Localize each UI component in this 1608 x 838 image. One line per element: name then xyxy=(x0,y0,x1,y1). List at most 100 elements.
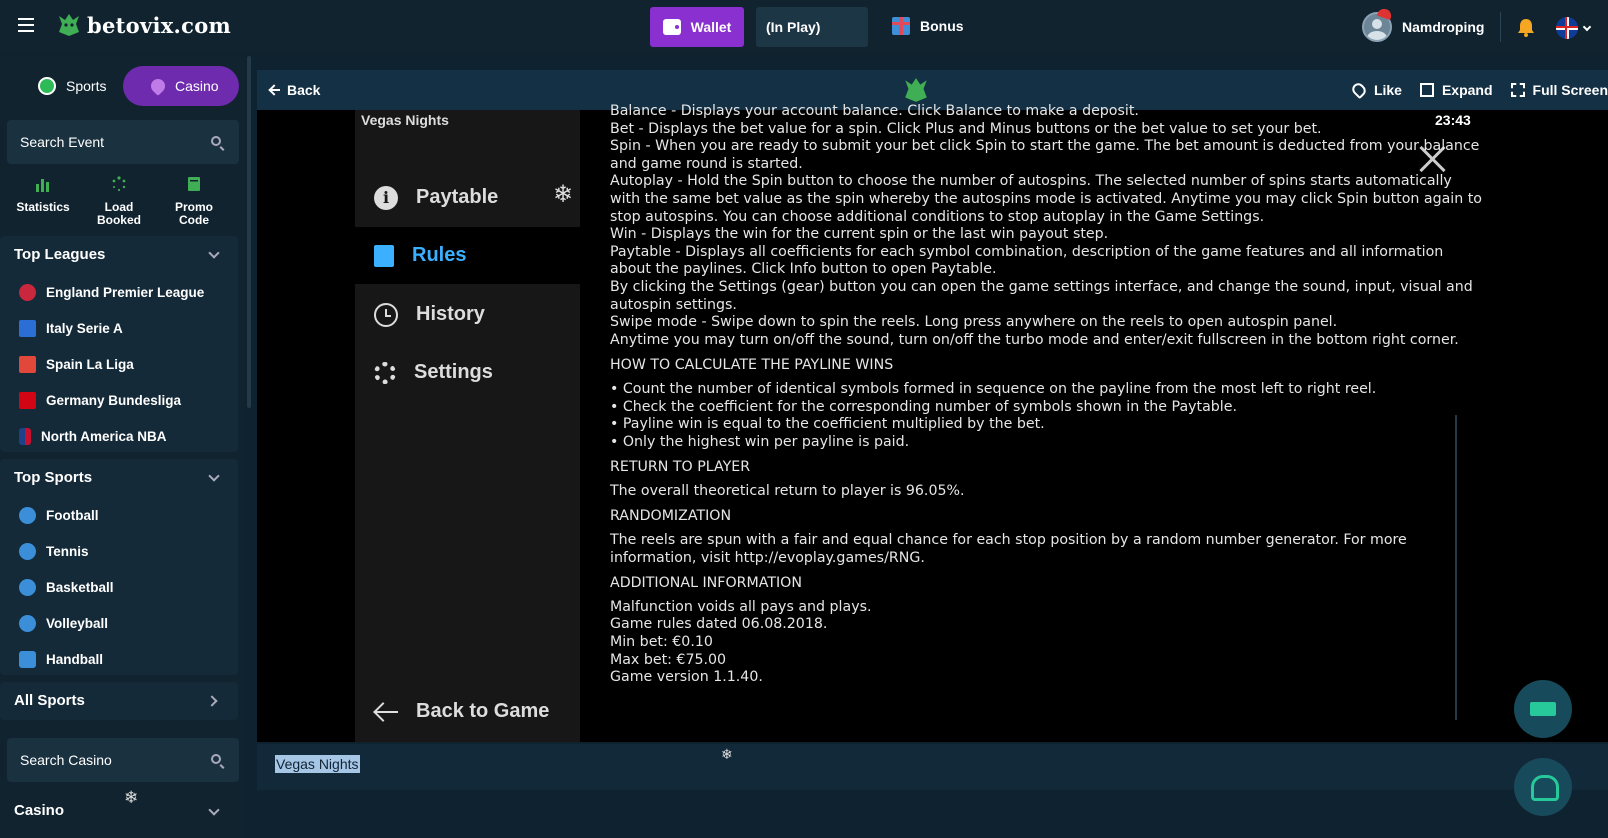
expand-button[interactable]: Expand xyxy=(1419,82,1493,98)
quick-statistics-label: Statistics xyxy=(16,200,70,214)
quick-load-booked[interactable]: Load Booked xyxy=(84,176,154,227)
search-icon[interactable] xyxy=(211,754,221,764)
menu-rules-label: Rules xyxy=(412,244,467,266)
fullscreen-label: Full Screen xyxy=(1532,82,1608,98)
rules-line: Win - Displays the win for the current s… xyxy=(610,226,1109,243)
spade-icon xyxy=(148,76,168,96)
quick-promo-code-label: Promo Code xyxy=(174,200,213,227)
rules-line: with the same bet value as the spin wher… xyxy=(610,190,1482,207)
rules-line: autospin settings. xyxy=(610,296,737,313)
top-sports-section: Top Sports Football Tennis Basketball Vo… xyxy=(0,459,238,675)
menu-settings[interactable]: Settings xyxy=(355,344,580,401)
ticket-icon xyxy=(188,177,200,191)
game-frame[interactable]: Vegas Nights i Paytable ❄ Rules History … xyxy=(257,103,1608,742)
payline-line: • Count the number of identical symbols … xyxy=(610,380,1377,397)
chevron-down-icon xyxy=(208,247,220,259)
football-icon xyxy=(19,506,36,524)
snowflake-icon: ❄ xyxy=(553,181,574,208)
sport-label: Tennis xyxy=(46,543,89,559)
sport-item[interactable]: Tennis xyxy=(0,533,238,569)
sport-item[interactable]: Basketball xyxy=(0,569,238,605)
sport-label: Basketball xyxy=(46,579,114,595)
top-bar: betovix.com Wallet (In Play) Bonus Namdr… xyxy=(0,0,1608,54)
league-label: Germany Bundesliga xyxy=(46,392,182,408)
brand-name: betovix.com xyxy=(87,12,232,38)
league-item[interactable]: England Premier League xyxy=(0,274,238,310)
chevron-down-icon xyxy=(208,470,220,482)
menu-history[interactable]: History xyxy=(355,286,580,343)
wallet-icon xyxy=(662,19,681,35)
quick-statistics[interactable]: Statistics xyxy=(8,176,78,214)
fullscreen-icon xyxy=(1510,83,1525,97)
tab-sports-label: Sports xyxy=(66,78,107,94)
additional-heading: ADDITIONAL INFORMATION xyxy=(610,575,802,592)
casino-section[interactable]: Casino ❄ xyxy=(0,788,238,838)
rules-line: By clicking the Settings (gear) button y… xyxy=(610,278,1473,295)
all-sports-section[interactable]: All Sports xyxy=(0,682,238,720)
rules-line: Spin - When you are ready to submit your… xyxy=(610,138,1480,155)
quick-links: Statistics Load Booked Promo Code xyxy=(0,176,244,228)
league-item[interactable]: Spain La Liga xyxy=(0,346,238,382)
serie-a-icon xyxy=(19,319,36,337)
sport-label: Volleyball xyxy=(46,615,109,631)
payline-line: • Only the highest win per payline is pa… xyxy=(610,433,910,450)
search-event-input[interactable]: Search Event xyxy=(7,120,239,164)
bell-icon[interactable] xyxy=(1517,18,1535,37)
wallet-balance[interactable]: (In Play) xyxy=(756,7,868,47)
additional-line: Malfunction voids all pays and plays. xyxy=(610,598,872,615)
randomization-heading: RANDOMIZATION xyxy=(610,508,732,525)
game-menu: Vegas Nights i Paytable ❄ Rules History … xyxy=(355,110,580,742)
sidebar: Sports Casino Search Event Statistics Lo… xyxy=(0,56,244,838)
sport-item[interactable]: Handball xyxy=(0,641,238,677)
league-item[interactable]: Italy Serie A xyxy=(0,310,238,346)
back-to-game-label: Back to Game xyxy=(416,700,550,722)
top-sports-header[interactable]: Top Sports xyxy=(0,459,238,497)
all-sports-header[interactable]: All Sports xyxy=(0,682,238,720)
sport-item[interactable]: Volleyball xyxy=(0,605,238,641)
chevron-down-icon[interactable] xyxy=(1582,22,1592,32)
wallet-label: Wallet xyxy=(690,19,732,35)
chevron-right-icon xyxy=(206,695,218,707)
logo-mark-icon xyxy=(905,78,927,102)
clock-icon xyxy=(374,302,398,327)
search-casino-input[interactable]: Search Casino xyxy=(7,738,239,782)
rules-line: Balance - Displays your account balance.… xyxy=(610,103,1139,119)
top-sports-title: Top Sports xyxy=(14,469,93,486)
quick-promo-code[interactable]: Promo Code xyxy=(159,176,229,227)
rules-line: Autoplay - Hold the Spin button to choos… xyxy=(610,173,1452,190)
search-icon[interactable] xyxy=(211,136,221,146)
brand-logo[interactable]: betovix.com xyxy=(57,12,231,38)
arrow-left-icon xyxy=(374,703,398,721)
rules-line: Bet - Displays the bet value for a spin.… xyxy=(610,120,1322,137)
league-label: England Premier League xyxy=(46,284,205,300)
fullscreen-button[interactable]: Full Screen xyxy=(1510,82,1608,98)
betslip-fab-icon[interactable] xyxy=(1514,680,1572,738)
league-item[interactable]: Germany Bundesliga xyxy=(0,382,238,418)
like-button[interactable]: Like xyxy=(1349,80,1402,100)
menu-rules[interactable]: Rules xyxy=(355,227,580,284)
flag-uk-icon[interactable] xyxy=(1556,17,1578,39)
additional-line: Game version 1.1.40. xyxy=(610,669,763,686)
menu-paytable[interactable]: i Paytable xyxy=(355,169,580,226)
book-icon xyxy=(374,244,394,267)
league-item[interactable]: North America NBA xyxy=(0,418,238,454)
snowflake-icon: ❄ xyxy=(124,788,139,807)
back-to-game-button[interactable]: Back to Game xyxy=(355,700,580,723)
rules-scrollbar[interactable] xyxy=(1455,415,1457,720)
sport-item[interactable]: Football xyxy=(0,497,238,533)
quick-load-booked-label: Load Booked xyxy=(96,200,141,227)
support-headset-icon[interactable] xyxy=(1514,758,1572,816)
handball-icon xyxy=(19,650,36,668)
tab-casino[interactable]: Casino xyxy=(123,66,239,106)
casino-header[interactable]: Casino xyxy=(0,796,238,834)
soccer-ball-icon xyxy=(38,77,56,95)
menu-icon[interactable] xyxy=(18,18,34,32)
bonus-button[interactable]: Bonus xyxy=(892,17,964,35)
top-leagues-header[interactable]: Top Leagues xyxy=(0,236,238,274)
wallet-button[interactable]: Wallet xyxy=(650,7,744,47)
additional-text: Malfunction voids all pays and plays. Gam… xyxy=(610,599,1460,687)
back-button[interactable]: Back xyxy=(269,70,320,110)
tab-casino-label: Casino xyxy=(175,78,219,94)
sidebar-scrollbar[interactable] xyxy=(247,56,251,408)
tab-sports[interactable]: Sports xyxy=(16,66,116,106)
